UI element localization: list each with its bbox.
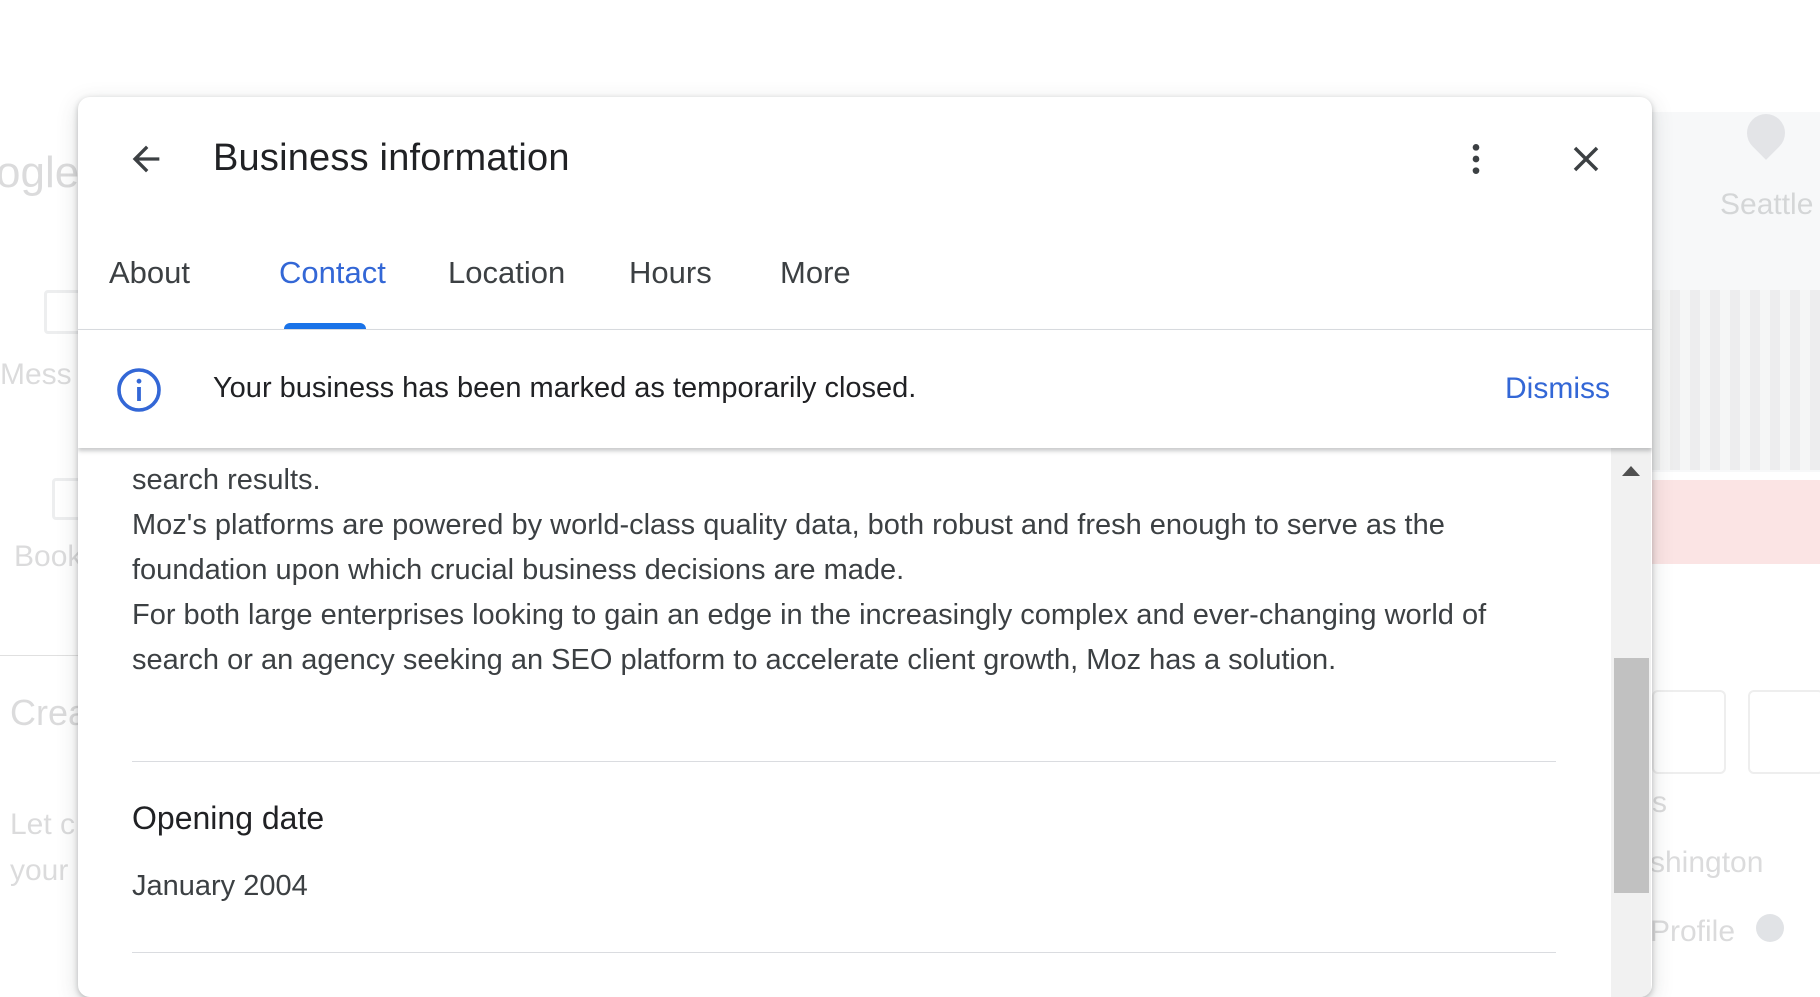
banner-message: Your business has been marked as tempora…	[213, 372, 917, 404]
section-divider	[132, 761, 1556, 762]
tab-bar: About Contact Location Hours More	[78, 219, 1652, 330]
description-line: Moz's platforms are powered by world-cla…	[132, 509, 1445, 586]
background-logo: ogle	[0, 148, 80, 197]
close-icon	[1573, 146, 1599, 172]
tab-contact[interactable]: Contact	[279, 255, 386, 291]
scrollbar[interactable]	[1611, 448, 1651, 997]
business-description: search results. Moz's platforms are powe…	[132, 458, 1552, 683]
scroll-up-arrow-icon[interactable]	[1622, 466, 1640, 476]
opening-date-label: Opening date	[132, 800, 325, 836]
more-vert-icon	[1472, 144, 1480, 174]
background-city-label: Seattle	[1720, 188, 1814, 221]
tab-location[interactable]: Location	[448, 255, 565, 291]
background-text-line: Let c	[10, 808, 76, 841]
background-alert-strip	[1650, 480, 1820, 564]
background-messages-label: Mess	[0, 358, 72, 391]
description-line: For both large enterprises looking to ga…	[132, 599, 1487, 676]
background-location-label: shington	[1650, 846, 1764, 879]
tab-more[interactable]: More	[780, 255, 851, 291]
dialog-header: Business information	[78, 97, 1652, 219]
info-icon	[117, 368, 161, 412]
opening-date-value: January 2004	[132, 870, 308, 902]
arrow-left-icon	[132, 145, 160, 173]
business-information-dialog: Business information About Contact Locat…	[78, 97, 1652, 997]
section-divider	[132, 952, 1556, 953]
temporarily-closed-banner: Your business has been marked as tempora…	[78, 330, 1652, 448]
more-options-button[interactable]	[1448, 131, 1504, 187]
scrollbar-thumb[interactable]	[1614, 658, 1649, 893]
background-create-label: Crea	[10, 692, 89, 733]
background-text-line: your	[10, 854, 69, 887]
dialog-title: Business information	[213, 137, 570, 179]
dialog-content: search results. Moz's platforms are powe…	[78, 448, 1652, 997]
tab-hours[interactable]: Hours	[629, 255, 712, 291]
background-card	[1652, 690, 1726, 774]
back-button[interactable]	[118, 131, 174, 187]
background-photo	[1650, 290, 1820, 470]
background-profile-label: Profile	[1650, 915, 1736, 948]
background-text-line: s	[1652, 786, 1667, 819]
active-tab-indicator	[284, 323, 366, 329]
dismiss-button[interactable]: Dismiss	[1505, 372, 1610, 406]
close-button[interactable]	[1558, 131, 1614, 187]
background-card	[1748, 690, 1820, 774]
background-bookings-label: Book	[14, 540, 83, 573]
description-line: search results.	[132, 464, 321, 496]
help-icon	[1756, 914, 1784, 942]
tab-about[interactable]: About	[109, 255, 190, 291]
background-divider	[0, 655, 80, 656]
